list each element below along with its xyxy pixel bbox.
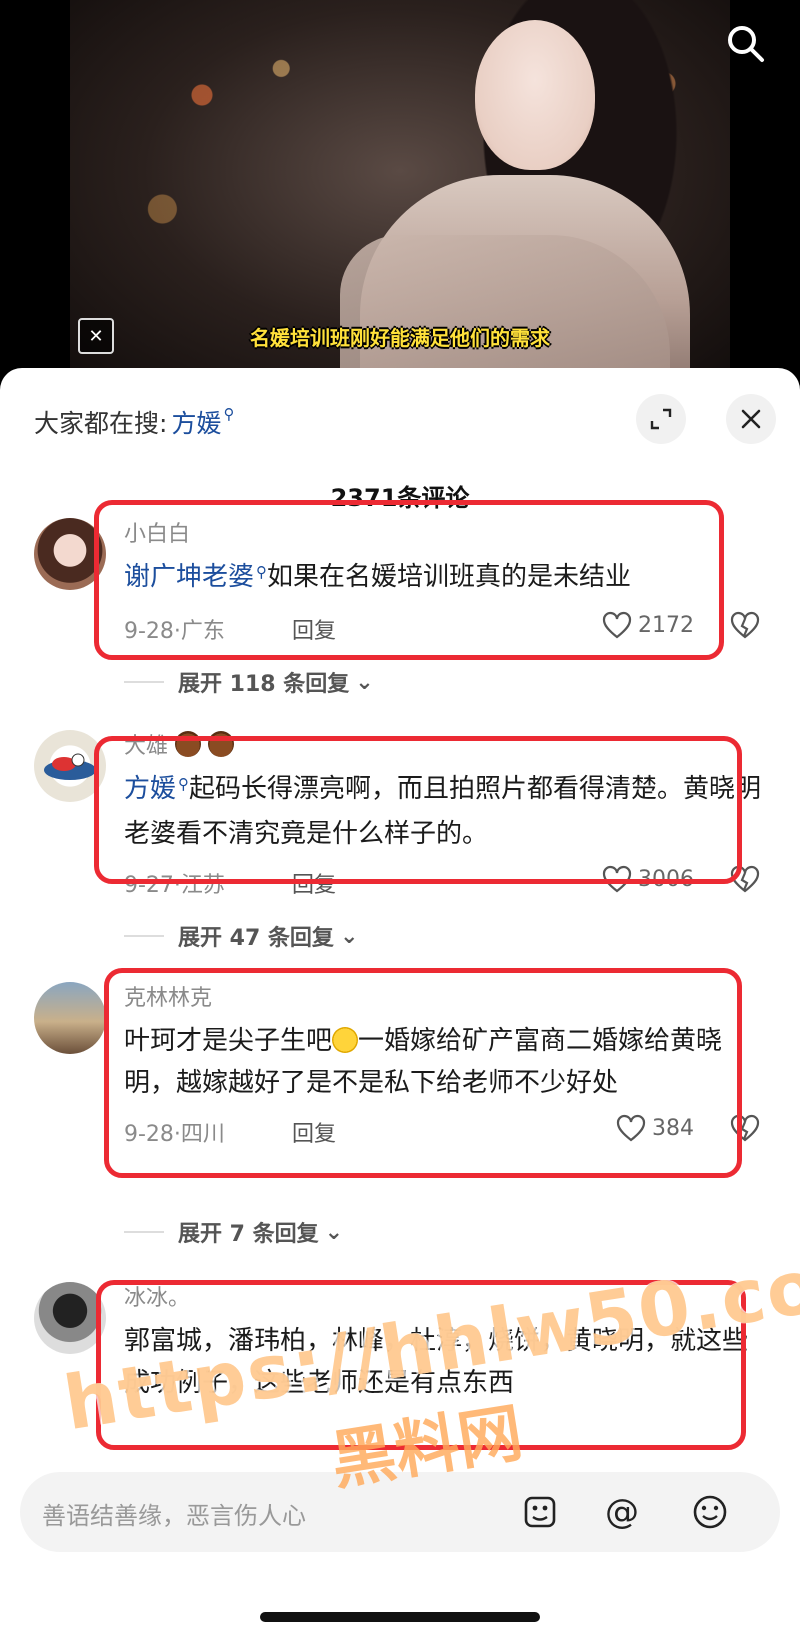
expand-replies-label: 展开 47 条回复 (178, 926, 334, 951)
sheet-header: 大家都在搜: 方媛 ⚲ (0, 368, 800, 468)
video-caption: 名媛培训班刚好能满足他们的需求 (250, 326, 550, 350)
at-icon: @ (605, 1492, 639, 1532)
emoji-button[interactable] (688, 1490, 732, 1534)
chevron-down-icon: ⌄ (339, 923, 359, 949)
expand-replies[interactable]: 展开 47 条回复 ⌄ (124, 920, 358, 952)
search-icon[interactable] (724, 22, 768, 66)
divider (124, 681, 164, 683)
highlight-box (94, 500, 724, 660)
expand-replies-label: 展开 7 条回复 (178, 1222, 319, 1247)
expand-replies-label: 展开 118 条回复 (178, 672, 350, 697)
comment-input-bar[interactable]: 善语结善缘，恶言伤人心 @ (20, 1472, 780, 1552)
expand-replies[interactable]: 展开 7 条回复 ⌄ (124, 1216, 343, 1248)
expand-button[interactable] (636, 394, 686, 444)
comment-sheet: 大家都在搜: 方媛 ⚲ 2371条评论 小白白 谢广坤老婆 ⚲如果在名媛培训班真的… (0, 368, 800, 1635)
highlight-box (104, 968, 742, 1178)
image-button[interactable] (518, 1490, 562, 1534)
comment-input-placeholder: 善语结善缘，恶言伤人心 (42, 1502, 306, 1530)
emoji-icon (693, 1495, 727, 1529)
chevron-down-icon: ⌄ (355, 669, 374, 695)
video-figure-face (475, 20, 595, 170)
expand-replies[interactable]: 展开 118 条回复 ⌄ (124, 666, 374, 698)
broken-heart-icon (730, 611, 760, 639)
expand-icon (650, 408, 672, 430)
chevron-down-icon: ⌄ (324, 1219, 344, 1245)
divider (124, 935, 164, 937)
close-button[interactable] (726, 394, 776, 444)
video-player[interactable]: ✕ 名媛培训班刚好能满足他们的需求 (0, 0, 800, 380)
trending-search-keyword[interactable]: 方媛 (171, 404, 221, 440)
highlight-box (96, 1280, 746, 1450)
image-icon (524, 1496, 556, 1528)
highlight-box (94, 736, 742, 884)
at-button[interactable]: @ (600, 1490, 644, 1534)
dislike-button[interactable] (730, 611, 760, 645)
close-icon (741, 409, 761, 429)
trending-search-prefix: 大家都在搜: (34, 409, 168, 438)
trending-search[interactable]: 大家都在搜: 方媛 ⚲ (34, 404, 234, 440)
avatar[interactable] (34, 982, 106, 1054)
home-indicator[interactable] (260, 1612, 540, 1622)
divider (124, 1231, 164, 1233)
keyword-search-icon: ⚲ (223, 405, 235, 423)
